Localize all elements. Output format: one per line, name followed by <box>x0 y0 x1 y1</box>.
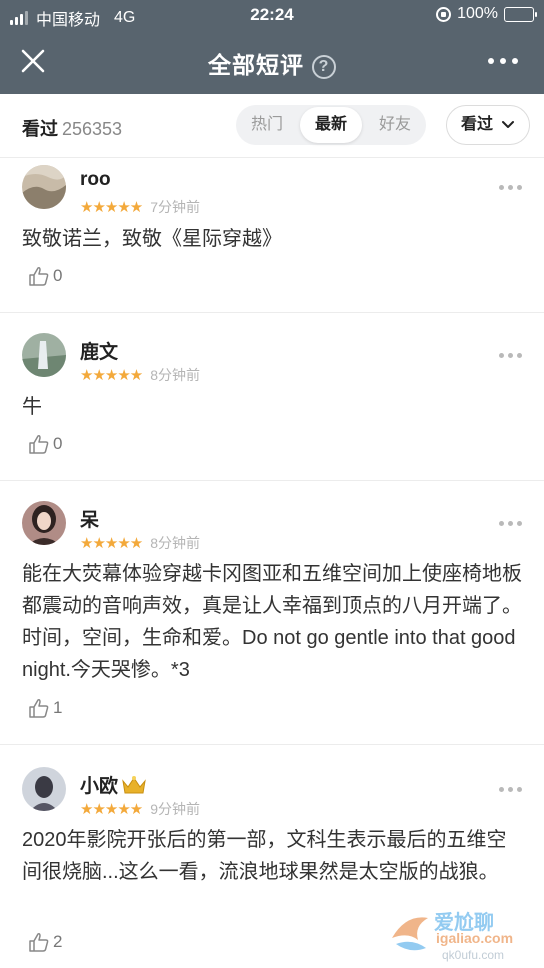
header: 中国移动 4G 22:24 100% 全部短评? <box>0 0 544 94</box>
watermark-line2: igaliao.com <box>436 930 514 946</box>
like-count: 1 <box>53 698 63 717</box>
review-more-icon[interactable] <box>499 787 522 792</box>
thumbs-up-icon <box>29 267 49 286</box>
like-button[interactable]: 0 <box>28 265 62 287</box>
review-text: 牛 <box>22 396 42 418</box>
review-item: roo ★★★★★ 7分钟前 致敬诺兰，致敬《星际穿越》 0 <box>0 159 544 313</box>
help-icon[interactable]: ? <box>312 55 336 79</box>
review-item: 鹿文 ★★★★★ 8分钟前 牛 0 <box>0 313 544 481</box>
thumbs-up-icon <box>29 435 49 454</box>
like-count: 0 <box>53 434 63 453</box>
like-count: 0 <box>53 266 63 285</box>
status-dropdown-label: 看过 <box>461 116 494 133</box>
crown-icon <box>122 776 146 794</box>
review-meta: ★★★★★ 7分钟前 <box>80 197 200 217</box>
review-more-icon[interactable] <box>499 521 522 526</box>
review-item: 呆 ★★★★★ 8分钟前 能在大荧幕体验穿越卡冈图亚和五维空间加上使座椅地板都震… <box>0 481 544 745</box>
avatar[interactable] <box>22 333 66 377</box>
review-time: 9分钟前 <box>150 801 201 817</box>
thumbs-up-icon <box>29 699 49 718</box>
seen-label: 看过 <box>22 119 58 139</box>
sort-tabs: 热门 最新 好友 <box>236 105 426 145</box>
status-bar: 中国移动 4G 22:24 100% <box>0 0 544 30</box>
more-icon[interactable] <box>488 58 518 64</box>
page-title-text: 全部短评 <box>208 52 304 78</box>
watermark-line3: qk0ufu.com <box>442 948 505 962</box>
review-time: 8分钟前 <box>150 367 201 383</box>
review-text: 致敬诺兰，致敬《星际穿越》 <box>22 228 282 250</box>
seen-count: 256353 <box>62 119 123 139</box>
star-rating: ★★★★★ <box>80 801 143 818</box>
review-meta: ★★★★★ 8分钟前 <box>80 365 200 385</box>
review-username[interactable]: 呆 <box>80 505 99 532</box>
review-more-icon[interactable] <box>499 185 522 190</box>
rotation-lock-icon <box>436 6 452 22</box>
review-text: 能在大荧幕体验穿越卡冈图亚和五维空间加上使座椅地板都震动的音响声效，真是让人幸福… <box>22 563 522 681</box>
like-button[interactable]: 1 <box>28 697 62 719</box>
review-username[interactable]: 鹿文 <box>80 337 118 364</box>
page-title: 全部短评? <box>0 46 544 80</box>
tab-friends[interactable]: 好友 <box>364 107 426 143</box>
review-meta: ★★★★★ 9分钟前 <box>80 799 200 819</box>
battery-percent: 100% <box>457 5 498 22</box>
review-meta: ★★★★★ 8分钟前 <box>80 533 200 553</box>
review-time: 8分钟前 <box>150 535 201 551</box>
seen-summary: 看过 256353 <box>22 115 122 141</box>
review-text: 2020年影院开张后的第一部，文科生表示最后的五维空间很烧脑...这么一看，流浪… <box>22 829 507 883</box>
nav-bar: 全部短评? <box>0 30 544 94</box>
chevron-down-icon <box>502 121 514 128</box>
avatar[interactable] <box>22 767 66 811</box>
review-more-icon[interactable] <box>499 353 522 358</box>
review-username[interactable]: 小欧 <box>80 771 147 798</box>
star-rating: ★★★★★ <box>80 367 143 384</box>
thumbs-up-icon <box>29 933 49 952</box>
like-button[interactable]: 0 <box>28 433 62 455</box>
review-time: 7分钟前 <box>150 199 201 215</box>
review-username[interactable]: roo <box>80 169 111 191</box>
watermark: 爱尬聊 igaliao.com qk0ufu.com <box>388 904 540 964</box>
tab-latest[interactable]: 最新 <box>300 107 362 143</box>
filter-bar: 看过 256353 热门 最新 好友 看过 <box>0 94 544 158</box>
like-button[interactable]: 2 <box>28 931 62 953</box>
avatar[interactable] <box>22 165 66 209</box>
star-rating: ★★★★★ <box>80 199 143 216</box>
watermark-logo-icon <box>392 917 428 951</box>
star-rating: ★★★★★ <box>80 535 143 552</box>
avatar[interactable] <box>22 501 66 545</box>
review-list: roo ★★★★★ 7分钟前 致敬诺兰，致敬《星际穿越》 0 鹿文 ★★★★★ … <box>0 159 544 968</box>
review-username-text: 小欧 <box>80 776 119 797</box>
battery-icon <box>504 6 537 22</box>
status-dropdown[interactable]: 看过 <box>446 105 530 145</box>
like-count: 2 <box>53 932 63 951</box>
tab-hot[interactable]: 热门 <box>236 107 298 143</box>
